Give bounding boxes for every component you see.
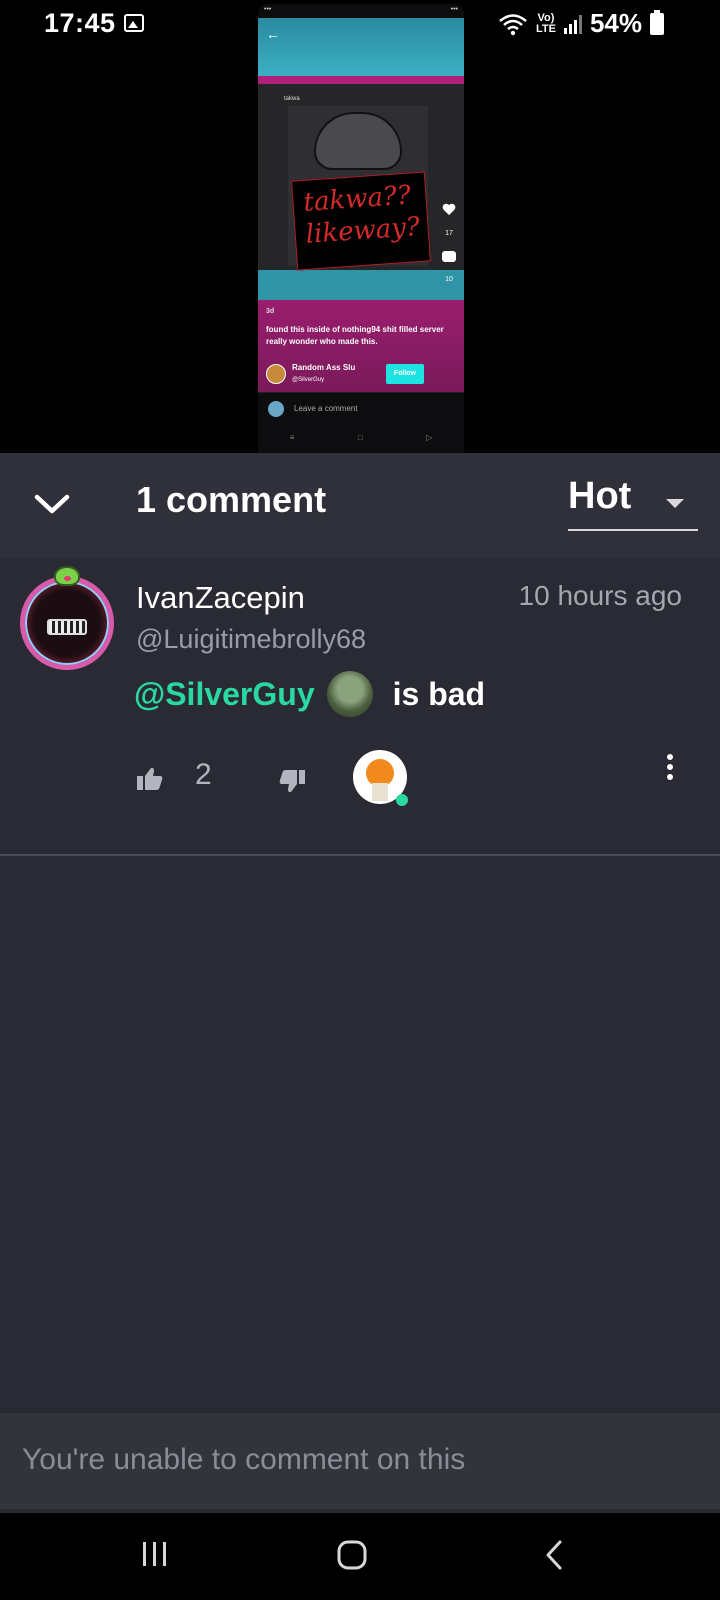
sort-dropdown[interactable]: Hot: [568, 475, 698, 531]
chevron-down-icon[interactable]: [34, 489, 70, 519]
preview-like-count: 17: [445, 230, 453, 237]
preview-sign-line2: likeway?: [304, 211, 421, 250]
preview-nav: ≡ □ ▷: [289, 432, 433, 442]
comment-text: is bad: [392, 675, 486, 712]
post-preview[interactable]: ••• ••• ← takwa takwa?? likeway? 17 10 3…: [0, 4, 720, 499]
preview-actions: 17 10: [442, 204, 456, 283]
comment-timestamp: 10 hours ago: [518, 580, 682, 611]
commenter-avatar[interactable]: [20, 576, 114, 670]
comment-body: @SilverGuy is bad: [134, 671, 485, 717]
preview-post-user: takwa: [284, 96, 300, 102]
lte-indicator: Vo) LTE: [535, 11, 556, 35]
preview-comment-count: 10: [445, 276, 453, 283]
comment-disabled-text: You're unable to comment on this: [22, 1443, 466, 1476]
wifi-icon: [499, 13, 527, 35]
preview-phone-frame: ••• ••• ← takwa takwa?? likeway? 17 10 3…: [258, 4, 464, 499]
preview-caption-text: found this inside of nothing94 shit fill…: [266, 325, 444, 346]
comments-sheet: 1 comment Hot IvanZacepin @Luigitimebrol…: [0, 453, 720, 1513]
preview-header: ←: [258, 18, 464, 76]
comment-bubble-icon: [442, 251, 456, 262]
battery-icon: [650, 9, 664, 35]
preview-status-bar: ••• •••: [264, 6, 458, 13]
battery-percent: 54%: [589, 8, 642, 38]
recent-apps-icon[interactable]: [140, 1539, 170, 1569]
mention-link[interactable]: @SilverGuy: [134, 676, 315, 713]
preview-author-name: Random Ass Slu: [292, 363, 356, 372]
thumbs-up-icon[interactable]: [136, 765, 164, 793]
system-nav-bar: [0, 1513, 720, 1600]
preview-sign: takwa?? likeway?: [291, 171, 431, 271]
preview-caption: 3d found this inside of nothing94 shit f…: [258, 300, 464, 392]
frog-badge-icon: [54, 566, 80, 586]
preview-post-image: takwa takwa?? likeway? 17 10: [258, 84, 464, 283]
image-icon: [124, 14, 144, 32]
preview-author: Random Ass Slu @SilverGuy: [266, 362, 355, 386]
preview-commenter-avatar: [268, 400, 284, 417]
back-arrow-icon: ←: [266, 26, 280, 42]
liker-avatar[interactable]: [352, 749, 410, 807]
preview-teal-band: [258, 270, 464, 300]
preview-follow-button: Follow: [385, 364, 424, 384]
like-count: 2: [195, 758, 212, 791]
more-options-icon[interactable]: [666, 753, 674, 783]
comment-count: 1 comment: [136, 479, 327, 520]
dropdown-caret-icon: [666, 499, 684, 508]
comment-username[interactable]: IvanZacepin: [136, 580, 305, 616]
preview-comment-bar: Leave a comment: [258, 392, 464, 424]
signal-icon: [563, 14, 582, 34]
comments-header: 1 comment Hot: [0, 453, 720, 558]
preview-comment-placeholder: Leave a comment: [294, 404, 358, 413]
preview-character: [314, 112, 402, 170]
preview-age: 3d: [266, 308, 275, 315]
back-icon[interactable]: [544, 1539, 564, 1571]
comment-handle: @Luigitimebrolly68: [136, 624, 367, 654]
preview-drawing: takwa?? likeway?: [288, 106, 431, 271]
heart-icon: [442, 204, 456, 216]
status-time: 17:45: [44, 8, 116, 38]
mention-avatar: [326, 671, 373, 717]
avatar-teeth: [47, 619, 87, 635]
preview-author-handle: @SilverGuy: [292, 377, 325, 383]
home-icon[interactable]: [336, 1539, 368, 1571]
preview-author-avatar: [266, 364, 286, 384]
preview-stripe: [258, 76, 464, 84]
comment-disabled-bar: You're unable to comment on this: [0, 1413, 720, 1509]
sort-value: Hot: [568, 475, 632, 517]
thumbs-down-icon[interactable]: [278, 767, 306, 795]
status-indicators: Vo) LTE 54%: [498, 8, 664, 39]
